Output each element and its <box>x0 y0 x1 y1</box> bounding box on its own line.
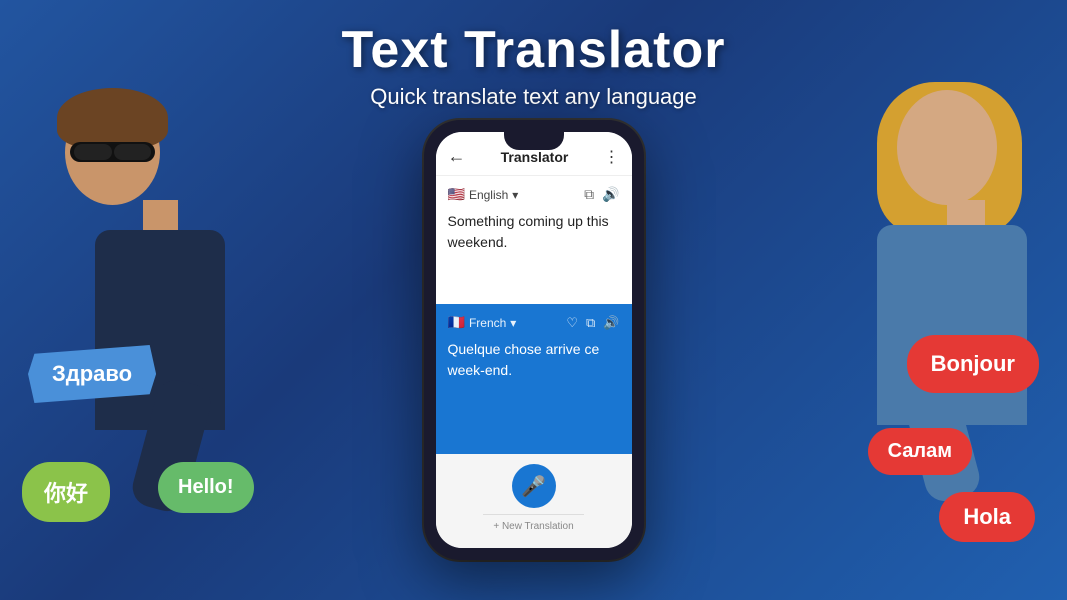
more-button[interactable]: ⋮ <box>603 147 619 167</box>
source-flag: 🇺🇸 <box>448 186 465 203</box>
translation-text: Quelque chose arrive ce week-end. <box>448 339 620 381</box>
body-left <box>95 230 225 430</box>
bubble-hola-text: Hola <box>963 504 1011 530</box>
subtitle: Quick translate text any language <box>0 84 1067 110</box>
glasses-lens-right <box>114 144 152 160</box>
bubble-hola: Hola <box>939 492 1035 542</box>
heart-icon[interactable]: ♡ <box>566 315 578 331</box>
source-chevron: ▾ <box>512 188 518 202</box>
bubble-nihao: 你好 <box>22 462 110 522</box>
bubble-bonjour-text: Bonjour <box>931 351 1015 377</box>
header: Text Translator Quick translate text any… <box>0 20 1067 110</box>
head-left <box>65 100 160 205</box>
mic-icon: 🎤 <box>521 474 546 499</box>
translation-lang-row: 🇫🇷 French ▾ ♡ ⧉ 🔊 <box>448 314 620 331</box>
bubble-salam: Салам <box>868 428 972 475</box>
speaker-icon[interactable]: 🔊 <box>602 186 619 203</box>
bubble-zdravo-text: Здраво <box>52 361 132 387</box>
bubble-hello: Hello! <box>158 462 254 513</box>
bubble-hello-text: Hello! <box>178 476 234 499</box>
source-actions: ⧉ 🔊 <box>584 186 619 203</box>
mic-button[interactable]: 🎤 <box>512 464 556 508</box>
bubble-bonjour: Bonjour <box>907 335 1039 393</box>
translation-chevron: ▾ <box>510 316 516 330</box>
glasses-lens-left <box>74 144 112 160</box>
phone-notch <box>504 132 564 150</box>
body-right <box>877 225 1027 425</box>
translation-lang-label[interactable]: 🇫🇷 French ▾ <box>448 314 517 331</box>
translation-speaker-icon[interactable]: 🔊 <box>603 315 619 331</box>
source-section: 🇺🇸 English ▾ ⧉ 🔊 Something coming up thi… <box>436 176 632 304</box>
source-lang-row: 🇺🇸 English ▾ ⧉ 🔊 <box>448 186 620 203</box>
new-translation-label: + New Translation <box>493 521 573 532</box>
phone-container: ← Translator ⋮ 🇺🇸 English ▾ ⧉ <box>424 120 644 560</box>
back-button[interactable]: ← <box>448 146 466 167</box>
neck-left <box>143 200 178 230</box>
translation-actions: ♡ ⧉ 🔊 <box>566 315 619 331</box>
sunglasses <box>70 142 155 162</box>
phone-mockup: ← Translator ⋮ 🇺🇸 English ▾ ⧉ <box>424 120 644 560</box>
bubble-salam-text: Салам <box>888 440 952 463</box>
translation-flag: 🇫🇷 <box>448 314 465 331</box>
new-translation-bar[interactable]: + New Translation <box>483 514 583 538</box>
copy-icon[interactable]: ⧉ <box>584 186 594 203</box>
app-screen-title: Translator <box>501 149 569 165</box>
phone-screen: ← Translator ⋮ 🇺🇸 English ▾ ⧉ <box>436 132 632 548</box>
translation-section: 🇫🇷 French ▾ ♡ ⧉ 🔊 Quelque chose arrive c… <box>436 304 632 454</box>
bottom-section: 🎤 + New Translation <box>436 454 632 548</box>
source-lang-label[interactable]: 🇺🇸 English ▾ <box>448 186 519 203</box>
source-language-name: English <box>469 188 508 202</box>
main-title: Text Translator <box>0 20 1067 80</box>
source-text: Something coming up this weekend. <box>448 211 620 253</box>
translation-copy-icon[interactable]: ⧉ <box>586 315 595 331</box>
bubble-zdravo: Здраво <box>28 345 156 403</box>
translation-language-name: French <box>469 316 506 330</box>
bubble-nihao-text: 你好 <box>44 476 88 508</box>
background: Text Translator Quick translate text any… <box>0 0 1067 600</box>
